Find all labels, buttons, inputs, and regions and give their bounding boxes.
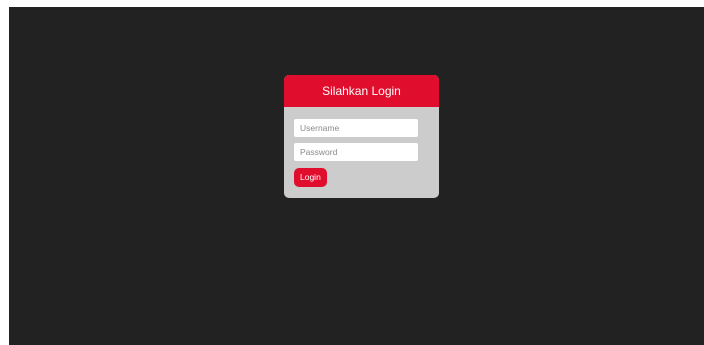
password-input[interactable] bbox=[294, 143, 418, 161]
login-button[interactable]: Login bbox=[294, 168, 327, 187]
login-title: Silahkan Login bbox=[284, 75, 439, 107]
username-input[interactable] bbox=[294, 119, 418, 137]
login-card: Silahkan Login Login bbox=[284, 75, 439, 198]
page-background: Silahkan Login Login bbox=[9, 7, 704, 345]
